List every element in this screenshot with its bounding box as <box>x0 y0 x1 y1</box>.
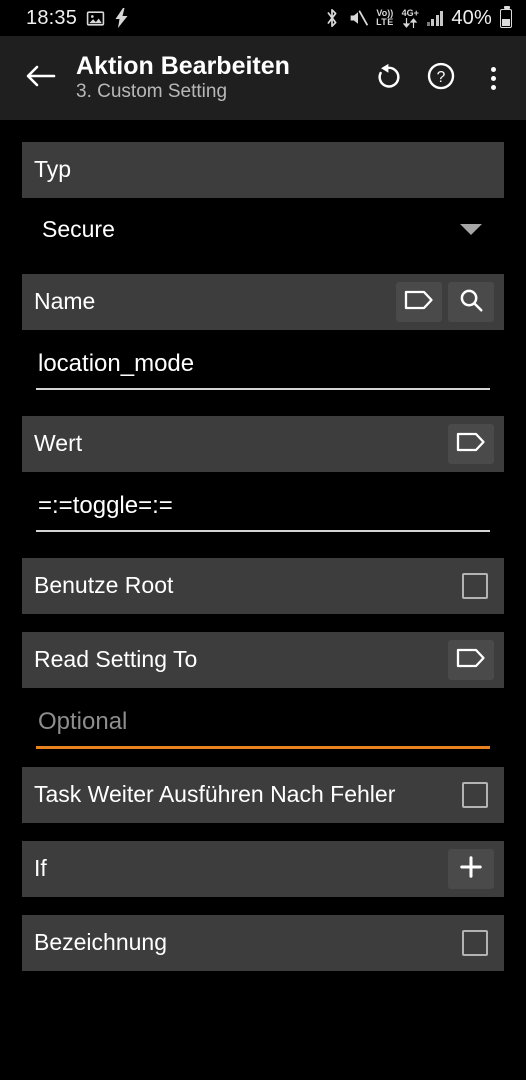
overflow-menu-icon <box>490 66 496 90</box>
name-tag-button[interactable] <box>396 282 442 322</box>
section-label-typ: Typ <box>34 156 72 183</box>
section-header-name: Name <box>22 274 504 330</box>
section-label-wert: Wert <box>34 430 83 457</box>
bezeichnung-actions <box>462 930 494 956</box>
status-bar: 18:35 Vo)) LTE 4G+ 40% <box>0 0 526 36</box>
read-setting-tag-button[interactable] <box>448 640 494 680</box>
checkbox-unchecked-icon[interactable] <box>462 573 488 599</box>
volte-bottom-label: LTE <box>376 17 394 27</box>
type-select[interactable]: Secure <box>22 198 504 260</box>
data-transfer-arrows-icon <box>403 17 418 28</box>
read-setting-actions <box>448 640 494 680</box>
form-content: Typ Secure Name location_mode Wert =:=to… <box>0 120 526 971</box>
app-bar-titles: Aktion Bearbeiten 3. Custom Setting <box>76 52 366 104</box>
search-icon <box>458 287 484 318</box>
continue-after-error-actions <box>462 782 494 808</box>
tag-icon <box>456 647 486 674</box>
plus-icon <box>458 854 484 885</box>
page-subtitle: 3. Custom Setting <box>76 81 228 103</box>
row-if: If <box>22 841 504 897</box>
network-type-label: 4G+ <box>401 7 419 18</box>
if-add-button[interactable] <box>448 849 494 889</box>
back-button[interactable] <box>18 55 64 101</box>
volte-icon: Vo)) LTE <box>376 9 394 27</box>
read-setting-field[interactable]: Optional <box>36 688 490 749</box>
signal-bars-icon <box>426 10 444 26</box>
app-bar-actions: ? <box>366 55 516 101</box>
use-root-actions <box>462 573 494 599</box>
status-clock: 18:35 <box>26 6 78 29</box>
wert-field[interactable]: =:=toggle=:= <box>36 472 490 532</box>
status-bar-left: 18:35 <box>26 7 129 30</box>
checkbox-unchecked-icon[interactable] <box>462 782 488 808</box>
battery-icon <box>500 5 512 28</box>
back-arrow-icon <box>26 63 56 94</box>
tag-icon <box>404 289 434 316</box>
row-use-root[interactable]: Benutze Root <box>22 558 504 614</box>
read-setting-input[interactable]: Optional <box>36 702 490 746</box>
page-title: Aktion Bearbeiten <box>76 52 290 81</box>
section-header-wert: Wert <box>22 416 504 472</box>
row-continue-after-error[interactable]: Task Weiter Ausführen Nach Fehler <box>22 767 504 823</box>
network-4gplus-icon: 4G+ <box>401 7 419 28</box>
checkbox-unchecked-icon[interactable] <box>462 930 488 956</box>
name-input[interactable]: location_mode <box>36 344 490 388</box>
row-label-use-root: Benutze Root <box>34 572 174 599</box>
app-root: 18:35 Vo)) LTE 4G+ 40% Aktion Bearbeiten… <box>0 0 526 1080</box>
battery-percent-label: 40% <box>451 6 492 29</box>
help-button[interactable]: ? <box>418 55 464 101</box>
undo-button[interactable] <box>366 55 412 101</box>
wert-input[interactable]: =:=toggle=:= <box>36 486 490 530</box>
chevron-down-icon <box>460 223 482 235</box>
section-header-typ: Typ <box>22 142 504 198</box>
row-bezeichnung[interactable]: Bezeichnung <box>22 915 504 971</box>
charging-bolt-icon <box>114 8 129 28</box>
section-label-name: Name <box>34 288 96 315</box>
name-field[interactable]: location_mode <box>36 330 490 390</box>
row-read-setting-to: Read Setting To <box>22 632 504 688</box>
if-actions <box>448 849 494 889</box>
tag-icon <box>456 431 486 458</box>
row-label-read-setting-to: Read Setting To <box>34 646 198 673</box>
type-selected-value: Secure <box>42 215 115 242</box>
undo-icon <box>375 62 403 95</box>
app-bar: Aktion Bearbeiten 3. Custom Setting ? <box>0 36 526 120</box>
overflow-menu-button[interactable] <box>470 55 516 101</box>
row-label-continue-after-error: Task Weiter Ausführen Nach Fehler <box>34 781 396 808</box>
row-label-if: If <box>34 855 47 882</box>
name-actions <box>396 282 494 322</box>
help-circle-icon: ? <box>426 61 456 96</box>
row-label-bezeichnung: Bezeichnung <box>34 929 167 956</box>
wert-tag-button[interactable] <box>448 424 494 464</box>
status-bar-right: Vo)) LTE 4G+ 40% <box>324 5 512 30</box>
bluetooth-icon <box>324 8 340 28</box>
screenshot-image-icon <box>86 9 105 28</box>
name-search-button[interactable] <box>448 282 494 322</box>
svg-text:?: ? <box>437 68 446 85</box>
wert-actions <box>448 424 494 464</box>
mute-icon <box>348 9 368 27</box>
